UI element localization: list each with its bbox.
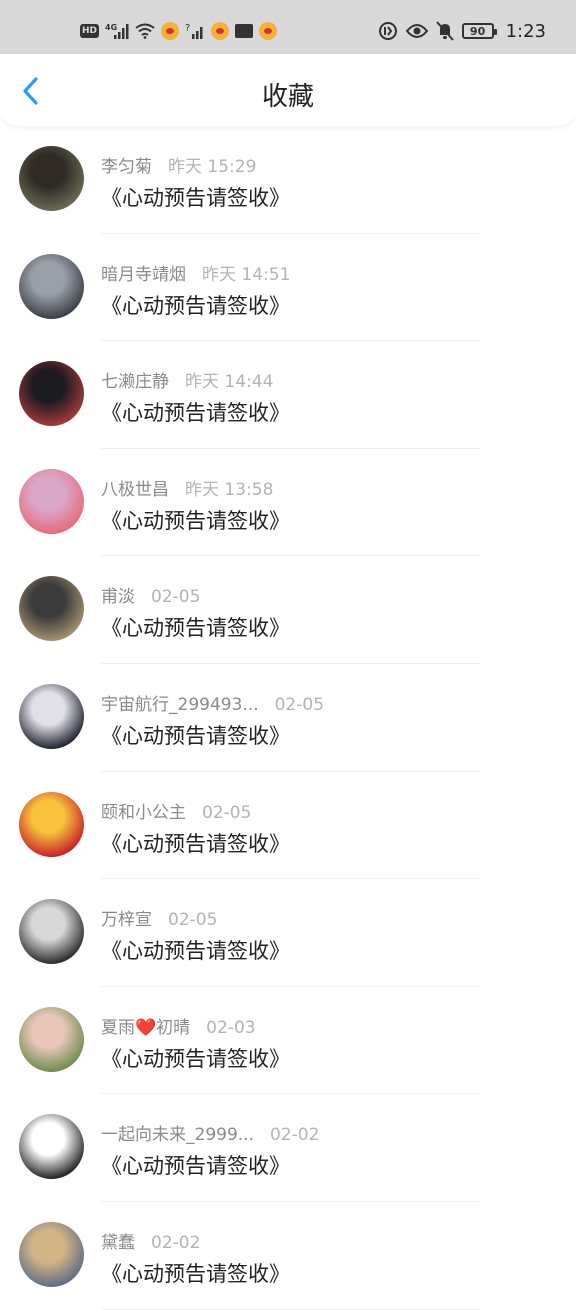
message-text: 《心动预告请签收》 bbox=[101, 831, 290, 856]
user-name: 万梓宣 bbox=[101, 910, 152, 931]
weibo-icon bbox=[211, 22, 230, 40]
avatar[interactable] bbox=[19, 791, 84, 857]
message-text: 《心动预告请签收》 bbox=[101, 616, 290, 641]
header-bar: 收藏 bbox=[0, 54, 576, 126]
avatar[interactable] bbox=[19, 1006, 84, 1072]
timestamp: 昨天 14:51 bbox=[202, 264, 291, 285]
data-saver-icon bbox=[378, 21, 398, 41]
battery-icon: 90 bbox=[461, 23, 497, 39]
timestamp: 02-02 bbox=[269, 1125, 320, 1146]
avatar[interactable] bbox=[19, 576, 84, 642]
user-name: 夏雨❤️初晴 bbox=[101, 1017, 191, 1038]
message-text: 《心动预告请签收》 bbox=[101, 939, 290, 964]
svg-text:?: ? bbox=[185, 23, 190, 34]
avatar[interactable] bbox=[19, 361, 84, 427]
timestamp: 昨天 14:44 bbox=[185, 372, 274, 393]
mute-bell-icon bbox=[435, 21, 454, 41]
message-text: 《心动预告请签收》 bbox=[101, 723, 290, 748]
message-text: 《心动预告请签收》 bbox=[101, 186, 290, 210]
list-item[interactable]: 黛蠢 02-02 《心动预告请签收》 bbox=[0, 1202, 576, 1310]
avatar[interactable] bbox=[19, 253, 84, 319]
timestamp: 昨天 15:29 bbox=[168, 157, 257, 177]
timestamp: 02-03 bbox=[206, 1017, 256, 1038]
list-item[interactable]: 甫淡 02-05 《心动预告请签收》 bbox=[0, 556, 576, 664]
name-line: 七濑庄静 昨天 14:44 bbox=[101, 367, 273, 392]
name-line: 暗月寺靖烟 昨天 14:51 bbox=[101, 260, 290, 285]
net-label: 4G bbox=[105, 23, 117, 32]
list-item[interactable]: 颐和小公主 02-05 《心动预告请签收》 bbox=[0, 772, 576, 880]
user-name: 黛蠢 bbox=[101, 1232, 135, 1253]
name-line: 八极世昌 昨天 13:58 bbox=[101, 475, 273, 500]
user-name: 宇宙航行_299493... bbox=[101, 694, 259, 715]
timestamp: 02-05 bbox=[151, 587, 201, 608]
message-text: 《心动预告请签收》 bbox=[101, 508, 290, 533]
name-line: 黛蠢 02-02 bbox=[101, 1228, 200, 1253]
avatar[interactable] bbox=[19, 683, 84, 749]
timestamp: 02-05 bbox=[274, 694, 325, 715]
user-name: 八极世昌 bbox=[101, 479, 169, 500]
user-name: 李匀菊 bbox=[101, 157, 152, 177]
list-item[interactable]: 万梓宣 02-05 《心动预告请签收》 bbox=[0, 879, 576, 987]
avatar[interactable] bbox=[19, 899, 84, 965]
list-item[interactable]: 夏雨❤️初晴 02-03 《心动预告请签收》 bbox=[0, 987, 576, 1095]
user-name: 甫淡 bbox=[101, 587, 135, 608]
mail-icon bbox=[235, 24, 254, 38]
name-line: 夏雨❤️初晴 02-03 bbox=[101, 1013, 256, 1038]
name-line: 万梓宣 02-05 bbox=[101, 905, 217, 930]
avatar[interactable] bbox=[19, 468, 84, 534]
list-item[interactable]: 七濑庄静 昨天 14:44 《心动预告请签收》 bbox=[0, 341, 576, 449]
list-item[interactable]: 暗月寺靖烟 昨天 14:51 《心动预告请签收》 bbox=[0, 234, 576, 342]
avatar[interactable] bbox=[19, 1114, 84, 1180]
signal-icon: ? bbox=[185, 22, 205, 40]
name-line: 一起向未来_2999... 02-02 bbox=[101, 1120, 319, 1145]
name-line: 宇宙航行_299493... 02-05 bbox=[101, 690, 324, 715]
user-name: 一起向未来_2999... bbox=[101, 1125, 254, 1146]
timestamp: 02-05 bbox=[168, 910, 218, 931]
avatar[interactable] bbox=[19, 1221, 84, 1287]
user-name: 七濑庄静 bbox=[101, 372, 169, 393]
user-name: 颐和小公主 bbox=[101, 802, 186, 823]
message-text: 《心动预告请签收》 bbox=[101, 1261, 290, 1286]
timestamp: 02-05 bbox=[202, 802, 252, 823]
list-item[interactable]: 宇宙航行_299493... 02-05 《心动预告请签收》 bbox=[0, 664, 576, 772]
list-item[interactable]: 李匀菊 昨天 15:29 《心动预告请签收》 bbox=[0, 126, 576, 234]
avatar[interactable] bbox=[19, 146, 84, 211]
signal-4g-icon: 4G bbox=[105, 22, 129, 40]
timestamp: 昨天 13:58 bbox=[185, 479, 274, 500]
list-item[interactable]: 一起向未来_2999... 02-02 《心动预告请签收》 bbox=[0, 1094, 576, 1202]
status-bar: HD 4G ? 90 1:23 bbox=[0, 0, 576, 54]
favorites-list: 李匀菊 昨天 15:29 《心动预告请签收》 暗月寺靖烟 昨天 14:51 《心动预告请签… bbox=[0, 126, 576, 1310]
name-line: 李匀菊 昨天 15:29 bbox=[101, 152, 256, 177]
list-item[interactable]: 八极世昌 昨天 13:58 《心动预告请签收》 bbox=[0, 449, 576, 557]
message-text: 《心动预告请签收》 bbox=[101, 1154, 290, 1179]
message-text: 《心动预告请签收》 bbox=[101, 401, 290, 426]
wifi-icon bbox=[135, 23, 155, 39]
timestamp: 02-02 bbox=[151, 1232, 201, 1253]
weibo-icon bbox=[161, 22, 180, 40]
status-time: 1:23 bbox=[505, 20, 546, 42]
status-icons-left: HD 4G ? bbox=[80, 18, 278, 44]
divider bbox=[101, 1308, 480, 1310]
eye-icon bbox=[405, 23, 428, 39]
message-text: 《心动预告请签收》 bbox=[101, 293, 290, 318]
name-line: 颐和小公主 02-05 bbox=[101, 798, 251, 823]
message-text: 《心动预告请签收》 bbox=[101, 1046, 290, 1071]
name-line: 甫淡 02-05 bbox=[101, 582, 200, 607]
page-title: 收藏 bbox=[261, 82, 314, 112]
status-icons-right: 90 1:23 bbox=[378, 18, 546, 44]
user-name: 暗月寺靖烟 bbox=[101, 264, 186, 285]
hd-icon: HD bbox=[80, 24, 100, 38]
weibo-icon bbox=[259, 22, 278, 40]
